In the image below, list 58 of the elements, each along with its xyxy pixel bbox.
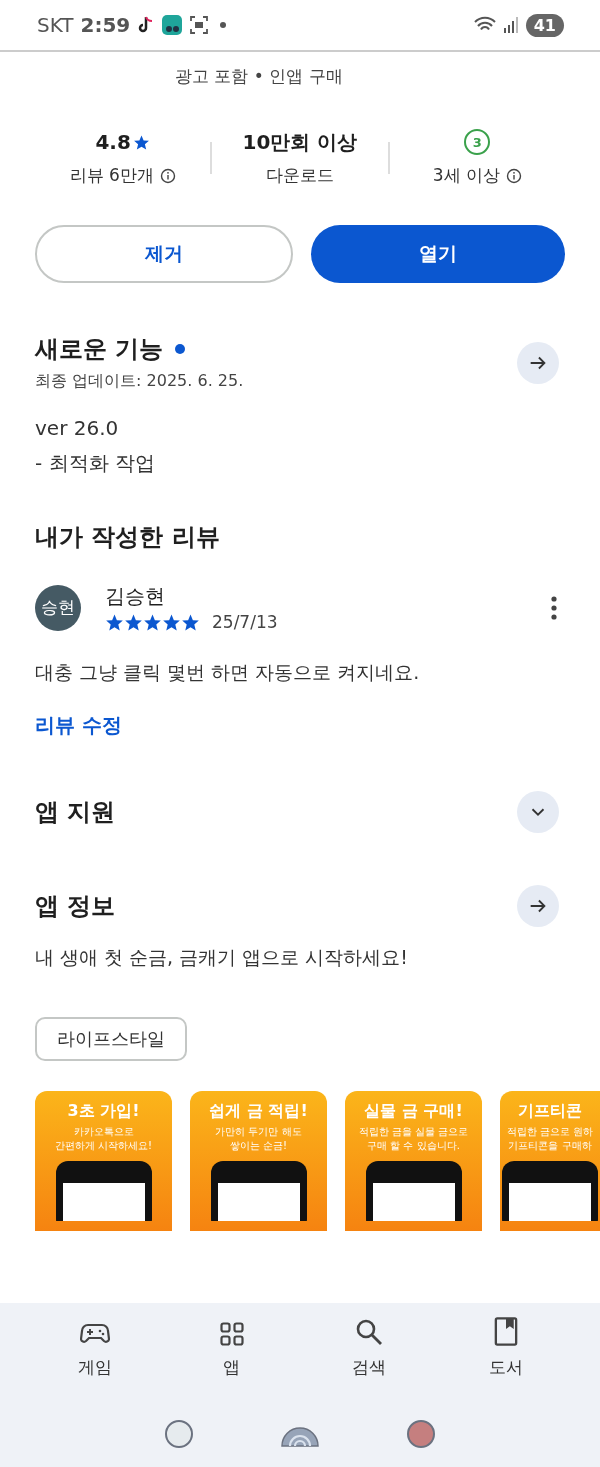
open-button[interactable]: 열기 [311, 225, 565, 283]
age-rating-badge: 3 [464, 129, 491, 155]
screenshot-caption: 쌓이는 순금! [229, 1139, 288, 1153]
screenshot-caption: 기프티콘을 구매하 [508, 1139, 592, 1153]
stat-label: 리뷰 6만개 [69, 164, 154, 187]
section-title: 내가 작성한 리뷰 [35, 522, 221, 553]
screenshot-headline: 실물 금 구매! [364, 1101, 463, 1122]
apps-grid-icon [219, 1322, 244, 1346]
stat-label: 다운로드 [266, 164, 334, 187]
info-icon[interactable] [159, 167, 176, 184]
screenshot-caption: 적립한 금을 실물 금으로 [358, 1125, 469, 1139]
clock: 2:59 [80, 13, 131, 37]
app-tags: 광고 포함 • 인앱 구매 [175, 65, 565, 88]
release-note: ver 26.0 [35, 416, 120, 440]
section-title: 앱 정보 [35, 891, 116, 922]
screenshot-caption: 간편하게 시작하세요! [54, 1139, 153, 1153]
screenshot-headline: 기프티콘 [518, 1101, 582, 1122]
uninstall-button[interactable]: 제거 [35, 225, 293, 283]
star-icon [132, 133, 150, 151]
signal-icon [502, 17, 519, 33]
screenshot-headline: 3초 가입! [67, 1101, 140, 1122]
app-description: 내 생애 첫 순금, 금캐기 앱으로 시작하세요! [35, 945, 409, 970]
carrier-label: SKT [37, 13, 74, 37]
screenshot-caption: 가만히 두기만 해도 [215, 1125, 302, 1139]
stat-value: 10만회 이상 [242, 128, 358, 156]
release-note: - 최적화 작업 [35, 450, 156, 477]
search-icon [354, 1318, 383, 1346]
category-chip[interactable]: 라이프스타일 [35, 1017, 187, 1061]
stat-label: 3세 이상 [432, 164, 500, 187]
more-options-icon[interactable] [551, 595, 557, 620]
stat-value: 4.8 [95, 130, 131, 154]
review-text: 대충 그냥 클릭 몇번 하면 자동으로 켜지네요. [35, 660, 421, 685]
screenshot-icon [189, 15, 210, 35]
nav-tab[interactable]: 도서 [460, 1317, 551, 1379]
arrow-button[interactable] [517, 341, 559, 384]
section-title: 앱 지원 [35, 797, 116, 828]
reviewer-name: 김승현 [105, 583, 166, 610]
avatar: 승현 [35, 584, 81, 631]
update-date: 최종 업데이트: 2025. 6. 25. [35, 371, 244, 392]
screenshot-headline: 쉽게 금 적립! [209, 1101, 308, 1122]
app-notification-icon [162, 15, 183, 35]
book-icon [493, 1317, 518, 1346]
arrow-button[interactable] [517, 885, 559, 927]
nav-tab[interactable]: 게임 [49, 1317, 140, 1379]
system-circle-icon[interactable] [163, 1419, 194, 1449]
screenshot-caption: 카카오톡으로 [73, 1125, 134, 1139]
gamepad-icon [79, 1322, 110, 1346]
info-icon[interactable] [505, 167, 522, 184]
more-notifications-icon [220, 22, 227, 28]
review-date: 25/7/13 [212, 612, 278, 632]
nav-tab[interactable]: 앱 [186, 1317, 277, 1379]
screenshot-caption: 구매 할 수 있습니다. [367, 1139, 460, 1153]
system-circle-icon[interactable] [406, 1419, 437, 1449]
nav-tab[interactable]: 검색 [323, 1317, 414, 1379]
battery-indicator: 41 [525, 13, 564, 37]
section-title: 새로운 기능 [35, 334, 164, 365]
screenshot-caption: 적립한 금으로 원하 [506, 1125, 594, 1139]
edit-review-link[interactable]: 리뷰 수정 [35, 712, 122, 739]
